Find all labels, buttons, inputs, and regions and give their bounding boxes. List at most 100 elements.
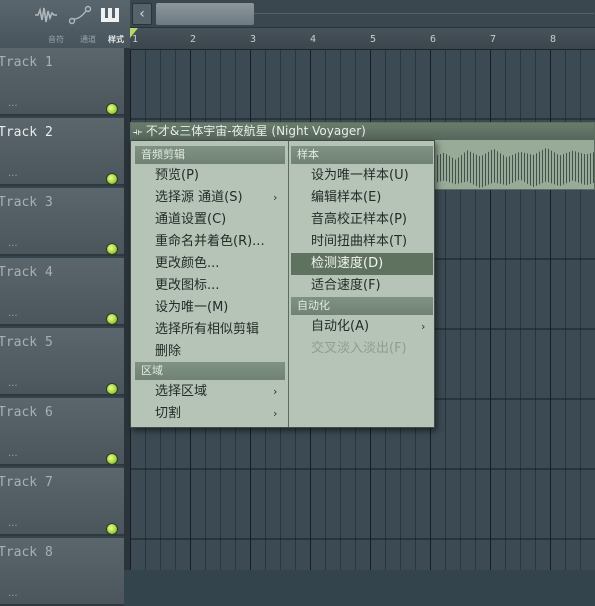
menu-item-label: 时间扭曲样本(T) [311, 234, 408, 249]
track-name: Track 1 [0, 55, 53, 70]
track-options[interactable]: ... [8, 238, 18, 249]
menu-section-sample: 样本 [291, 146, 433, 164]
context-menu-right-column: 样本 设为唯一样本(U) 编辑样本(E) 音高校正样本(P) 时间扭曲样本(T)… [288, 141, 435, 427]
toolbar-label-channels[interactable]: 通道 [73, 34, 103, 45]
menu-item-select-similar-clips[interactable]: 选择所有相似剪辑 [155, 319, 285, 341]
track-mute-led[interactable] [106, 453, 118, 465]
menu-item-edit-sample[interactable]: 编辑样本(E) [291, 187, 433, 209]
track-header-6[interactable]: Track 6 ... [0, 398, 124, 466]
clip-menu-icon[interactable]: ⟛ [133, 127, 142, 138]
horizontal-scrollbar[interactable]: ‹ [130, 0, 595, 28]
track-options[interactable]: ... [8, 308, 18, 319]
ruler-bar-5: 5 [370, 34, 377, 45]
track-name: Track 5 [0, 335, 53, 350]
menu-item-change-color[interactable]: 更改颜色... [155, 253, 285, 275]
scroll-thumb[interactable] [156, 3, 254, 25]
menu-item-label: 设为唯一样本(U) [311, 168, 409, 183]
menu-item-label: 适合速度(F) [311, 278, 381, 293]
track-mute-led[interactable] [106, 103, 118, 115]
waveform-icon[interactable] [34, 4, 58, 26]
submenu-arrow-icon: › [273, 385, 278, 398]
track-name: Track 6 [0, 405, 53, 420]
track-header-3[interactable]: Track 3 ... [0, 188, 124, 256]
menu-item-label: 设为唯一(M) [155, 300, 229, 315]
ruler-bar-7: 7 [490, 34, 497, 45]
menu-item-change-icon[interactable]: 更改图标... [155, 275, 285, 297]
track-options[interactable]: ... [8, 378, 18, 389]
menu-section-region: 区域 [135, 362, 285, 380]
menu-item-time-warp-sample[interactable]: 时间扭曲样本(T) [291, 231, 433, 253]
menu-item-select-source-channel[interactable]: 选择源 通道(S) › [155, 187, 285, 209]
menu-item-label: 自动化(A) [311, 319, 370, 334]
track-mute-led[interactable] [106, 523, 118, 535]
menu-item-label: 交叉淡入淡出(F) [311, 341, 407, 356]
ruler-bar-2: 2 [190, 34, 197, 45]
toolbar-label-notes[interactable]: 音符 [41, 34, 71, 45]
menu-item-label: 编辑样本(E) [311, 190, 382, 205]
menu-item-cut[interactable]: 切割 › [155, 403, 285, 425]
scroll-track[interactable] [254, 13, 594, 14]
menu-item-label: 通道设置(C) [155, 212, 227, 227]
menu-item-label: 预览(P) [155, 168, 199, 183]
menu-item-automation[interactable]: 自动化(A) › [291, 316, 433, 338]
submenu-arrow-icon: › [273, 407, 278, 420]
track-header-2[interactable]: Track 2 ... [0, 118, 124, 186]
toolbar: 音符 通道 样式 [0, 0, 130, 48]
menu-item-detect-tempo[interactable]: 检测速度(D) [291, 253, 433, 275]
track-header-8[interactable]: Track 8 ... [0, 538, 124, 606]
track-options[interactable]: ... [8, 448, 18, 459]
menu-item-fit-tempo[interactable]: 适合速度(F) [291, 275, 433, 297]
clip-title: 不才&三体宇宙-夜航星 (Night Voyager) [145, 124, 366, 138]
track-name: Track 4 [0, 265, 53, 280]
track-header-5[interactable]: Track 5 ... [0, 328, 124, 396]
menu-item-delete[interactable]: 删除 [155, 341, 285, 363]
track-mute-led[interactable] [106, 383, 118, 395]
menu-item-make-unique-sample[interactable]: 设为唯一样本(U) [291, 165, 433, 187]
menu-item-label: 更改颜色... [155, 256, 220, 271]
menu-item-channel-settings[interactable]: 通道设置(C) [155, 209, 285, 231]
submenu-arrow-icon: › [273, 191, 278, 204]
toolbar-label-patterns[interactable]: 样式 [101, 34, 131, 45]
menu-item-label: 删除 [155, 344, 182, 359]
track-options[interactable]: ... [8, 98, 18, 109]
track-header-4[interactable]: Track 4 ... [0, 258, 124, 326]
menu-item-label: 选择区域 [155, 384, 208, 399]
ruler-bar-4: 4 [310, 34, 317, 45]
menu-item-label: 选择所有相似剪辑 [155, 322, 260, 337]
menu-item-label: 更改图标... [155, 278, 220, 293]
ruler-bar-8: 8 [550, 34, 557, 45]
track-name: Track 8 [0, 545, 53, 560]
track-name: Track 7 [0, 475, 53, 490]
menu-item-label: 选择源 通道(S) [155, 190, 243, 205]
pattern-icon[interactable] [98, 4, 122, 26]
clip-waveform [431, 147, 595, 189]
ruler-bar-3: 3 [250, 34, 257, 45]
context-menu: 音频剪辑 预览(P) 选择源 通道(S) › 通道设置(C) 重命名并着色(R).… [130, 140, 435, 428]
track-mute-led[interactable] [106, 243, 118, 255]
track-header-1[interactable]: Track 1 ... [0, 48, 124, 116]
track-options[interactable]: ... [8, 588, 18, 599]
menu-item-crossfade: 交叉淡入淡出(F) [291, 338, 433, 360]
playhead-marker[interactable] [130, 28, 138, 38]
track-name: Track 2 [0, 125, 53, 140]
track-mute-led[interactable] [106, 173, 118, 185]
clip-title-bar[interactable]: ⟛ 不才&三体宇宙-夜航星 (Night Voyager) [131, 123, 594, 140]
menu-item-preview[interactable]: 预览(P) [155, 165, 285, 187]
track-options[interactable]: ... [8, 518, 18, 529]
menu-item-select-region[interactable]: 选择区域 › [155, 381, 285, 403]
context-menu-left-column: 音频剪辑 预览(P) 选择源 通道(S) › 通道设置(C) 重命名并着色(R).… [131, 141, 288, 427]
timeline-ruler[interactable]: 1 2 3 4 5 6 7 8 [130, 28, 595, 50]
menu-item-label: 切割 [155, 406, 182, 421]
ruler-bar-6: 6 [430, 34, 437, 45]
menu-section-audio-clip: 音频剪辑 [135, 146, 285, 164]
menu-item-rename-color[interactable]: 重命名并着色(R)... [155, 231, 285, 253]
automation-curve-icon[interactable] [68, 4, 92, 26]
scroll-left-button[interactable]: ‹ [132, 3, 152, 25]
menu-item-make-unique[interactable]: 设为唯一(M) [155, 297, 285, 319]
track-header-7[interactable]: Track 7 ... [0, 468, 124, 536]
track-mute-led[interactable] [106, 313, 118, 325]
menu-item-label: 音高校正样本(P) [311, 212, 407, 227]
track-options[interactable]: ... [8, 168, 18, 179]
menu-item-pitch-correct-sample[interactable]: 音高校正样本(P) [291, 209, 433, 231]
track-headers: Track 1 ... Track 2 ... Track 3 ... Trac… [0, 48, 124, 606]
